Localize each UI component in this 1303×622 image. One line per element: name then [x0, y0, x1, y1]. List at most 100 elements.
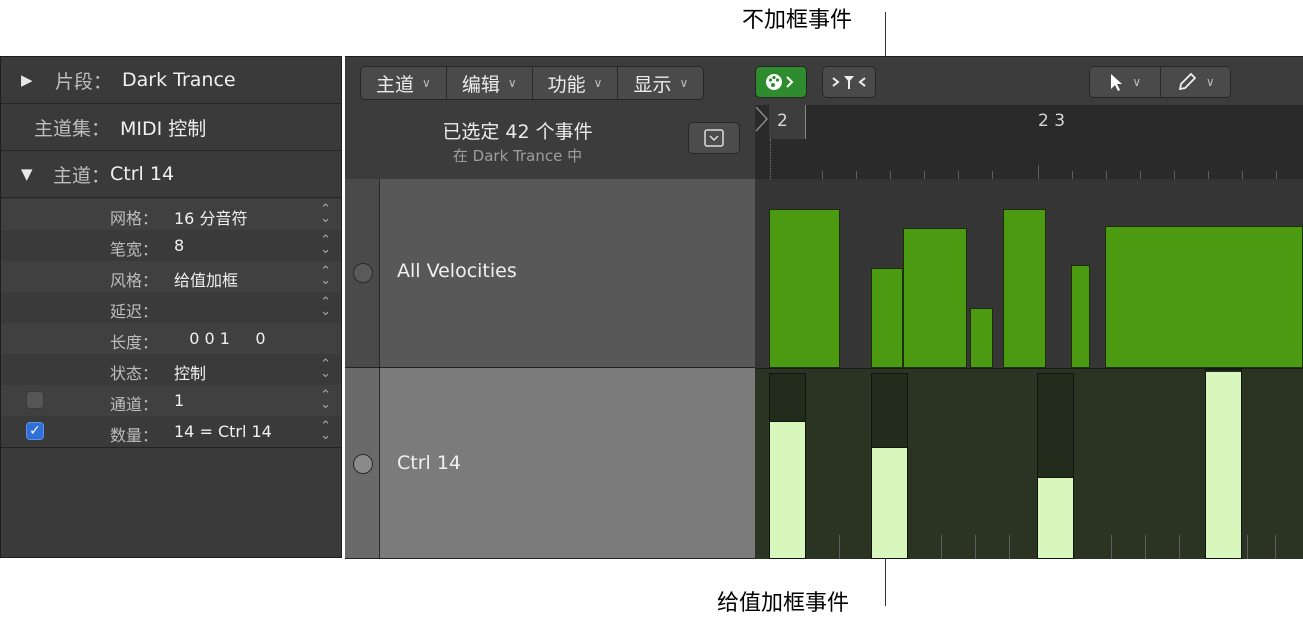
param-value[interactable]: 0 0 1 0	[174, 329, 265, 348]
param-value: 16 分音符	[174, 209, 248, 228]
grid-tick	[975, 535, 976, 559]
ruler-tick	[856, 171, 857, 179]
menu-edit[interactable]: 编辑 ∨	[447, 67, 533, 99]
region-key: 片段：	[55, 70, 113, 93]
inspector-panel: ▶ 片段： Dark Trance 主道集： MIDI 控制 ▼ 主道： Ctr…	[0, 56, 342, 558]
callout-framed-events: 给值加框事件	[717, 591, 850, 616]
param-value: 8	[174, 236, 185, 255]
param-key: 数量：	[109, 426, 158, 445]
timeline-ruler[interactable]: 2 2 3	[755, 105, 1303, 180]
chevron-down-icon: ∨	[1132, 75, 1142, 89]
velocity-event-bar[interactable]	[903, 228, 967, 368]
lane-headers: All Velocities Ctrl 14	[345, 179, 755, 559]
pointer-tool-button[interactable]: ∨	[1090, 67, 1161, 97]
stepper-icon[interactable]: ⌃ ⌄	[320, 296, 331, 318]
stepper-icon[interactable]: ⌃ ⌄	[320, 265, 331, 287]
param-key: 长度：	[109, 333, 158, 352]
ruler-beat-label: 2 3	[1038, 111, 1066, 131]
lane-select-radio[interactable]	[353, 454, 373, 474]
channel-checkbox[interactable]	[26, 391, 44, 409]
param-pen-width[interactable]: 笔宽： 8 ⌃ ⌄	[1, 230, 341, 261]
param-delay[interactable]: 延迟： ⌃ ⌄	[1, 292, 341, 323]
lane-row[interactable]: ▼ 主道： Ctrl 14	[1, 151, 341, 198]
param-grid[interactable]: 网格： 16 分音符 ⌃ ⌄	[1, 199, 341, 230]
chevron-down-icon: ∨	[1205, 75, 1215, 89]
param-status[interactable]: 状态： 控制 ⌃ ⌄	[1, 354, 341, 385]
menu-group: 主道 ∨ 编辑 ∨ 功能 ∨ 显示 ∨	[360, 66, 705, 100]
ruler-bar-label: 2	[777, 111, 788, 131]
controller-lane[interactable]	[755, 369, 1303, 559]
catch-filter-button[interactable]	[822, 66, 876, 98]
disclosure-down-icon[interactable]: ▼	[21, 165, 45, 183]
step-editor: 主道 ∨ 编辑 ∨ 功能 ∨ 显示 ∨ ∨ ∨ 已选定 42 个事件 在 Dar…	[345, 56, 1303, 559]
menu-label: 功能	[547, 73, 586, 96]
stepper-icon[interactable]: ⌃ ⌄	[320, 203, 331, 225]
controller-event-value	[1206, 372, 1241, 558]
lane-value: Ctrl 14	[110, 163, 175, 185]
midi-in-button[interactable]	[755, 66, 807, 98]
param-value: 1	[174, 391, 185, 410]
controller-event-frame[interactable]	[1205, 369, 1242, 559]
ruler-tick	[1140, 171, 1141, 179]
chevron-down-icon: ∨	[679, 76, 689, 90]
collapse-button[interactable]	[688, 122, 740, 154]
velocity-event-bar[interactable]	[1003, 209, 1046, 368]
velocity-event-bar[interactable]	[1105, 226, 1303, 368]
lane-handle[interactable]	[345, 179, 380, 367]
menu-view[interactable]: 显示 ∨	[618, 67, 703, 99]
param-style[interactable]: 风格： 给值加框 ⌃ ⌄	[1, 261, 341, 292]
stepper-icon[interactable]: ⌃ ⌄	[320, 358, 331, 380]
chevron-box-icon	[704, 129, 724, 147]
lane-select-radio[interactable]	[353, 263, 373, 283]
lane-header-velocity[interactable]: All Velocities	[345, 179, 755, 368]
param-value: 14 = Ctrl 14	[174, 422, 272, 441]
velocity-event-bar[interactable]	[1071, 265, 1090, 368]
velocity-event-bar[interactable]	[871, 268, 903, 368]
controller-event-frame[interactable]	[1037, 373, 1074, 559]
stepper-icon[interactable]: ⌃ ⌄	[320, 389, 331, 411]
param-length[interactable]: 长度： 0 0 1 0	[1, 323, 341, 354]
ruler-dotted-line	[770, 139, 772, 179]
ruler-tick	[1072, 171, 1073, 179]
callout-line-bottom	[885, 555, 886, 606]
ruler-tick	[822, 171, 823, 179]
inspector-divider	[1, 447, 341, 448]
lane-handle[interactable]	[345, 368, 380, 558]
lane-header-ctrl14[interactable]: Ctrl 14	[345, 368, 755, 559]
selection-info: 已选定 42 个事件 在 Dark Trance 中	[345, 105, 755, 180]
velocity-event-bar[interactable]	[769, 209, 840, 368]
pointer-icon	[1111, 74, 1123, 91]
menu-functions[interactable]: 功能 ∨	[533, 67, 619, 99]
ruler-tick	[1242, 171, 1243, 179]
param-key: 状态：	[109, 364, 158, 383]
param-value: 控制	[174, 364, 207, 383]
controller-event-frame[interactable]	[871, 373, 908, 559]
disclosure-right-icon[interactable]: ▶	[21, 71, 45, 89]
pencil-tool-button[interactable]: ∨	[1161, 67, 1231, 97]
chevron-down-icon: ∨	[593, 76, 603, 90]
laneset-value[interactable]: MIDI 控制	[120, 114, 206, 141]
controller-event-frame[interactable]	[769, 373, 806, 559]
ruler-tick	[1208, 171, 1209, 179]
param-key: 网格：	[109, 209, 158, 228]
menu-lane[interactable]: 主道 ∨	[361, 67, 447, 99]
chevron-down-icon: ∨	[422, 76, 431, 90]
param-key: 通道：	[109, 395, 158, 414]
grid-tick	[941, 535, 942, 559]
ruler-tick	[1276, 171, 1277, 179]
region-row[interactable]: ▶ 片段： Dark Trance	[1, 57, 341, 104]
menu-label: 主道	[376, 73, 415, 96]
number-checkbox-checked-icon[interactable]: ✓	[26, 422, 44, 440]
velocity-event-bar[interactable]	[970, 308, 993, 368]
tool-menu-group: ∨ ∨	[1089, 66, 1231, 98]
param-number[interactable]: ✓ 数量： 14 = Ctrl 14 ⌃ ⌄	[1, 416, 341, 447]
param-channel[interactable]: 通道： 1 ⌃ ⌄	[1, 385, 341, 416]
velocity-lane[interactable]	[755, 179, 1303, 369]
event-editor[interactable]	[755, 179, 1303, 559]
grid-tick	[1009, 535, 1010, 559]
laneset-row[interactable]: 主道集： MIDI 控制	[1, 104, 341, 151]
controller-event-value	[770, 421, 805, 558]
stepper-icon[interactable]: ⌃ ⌄	[320, 234, 331, 256]
selection-count: 已选定 42 个事件	[442, 121, 593, 143]
stepper-icon[interactable]: ⌃ ⌄	[320, 420, 331, 442]
